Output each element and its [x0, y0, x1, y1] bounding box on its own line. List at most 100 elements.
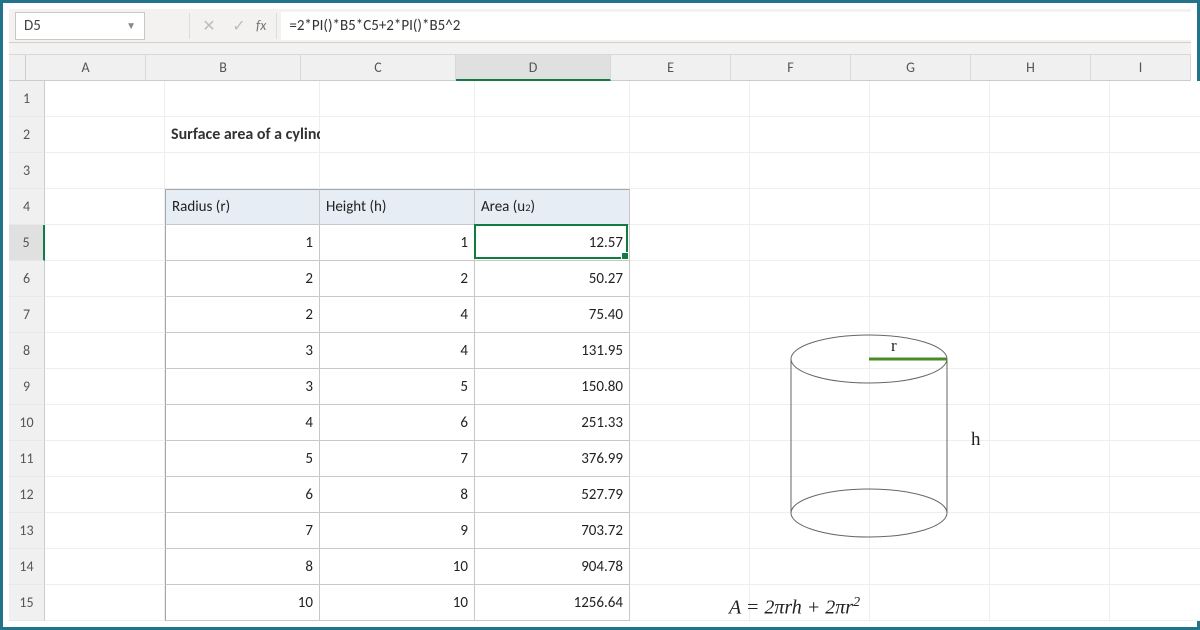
- row-head-9[interactable]: 9: [9, 369, 45, 405]
- col-head-A[interactable]: A: [26, 55, 146, 81]
- cell-D11[interactable]: 376.99: [475, 441, 630, 477]
- cell-D13[interactable]: 703.72: [475, 513, 630, 549]
- cell-G4[interactable]: [870, 189, 990, 225]
- cell-G14[interactable]: [870, 549, 990, 585]
- cell-I15[interactable]: [1110, 585, 1200, 621]
- cell-D12[interactable]: 527.79: [475, 477, 630, 513]
- col-head-H[interactable]: H: [971, 55, 1091, 81]
- cell-E4[interactable]: [630, 189, 750, 225]
- cell-H14[interactable]: [990, 549, 1110, 585]
- cell-B12[interactable]: 6: [165, 477, 320, 513]
- cell-A12[interactable]: [45, 477, 165, 513]
- cell-D15[interactable]: 1256.64: [475, 585, 630, 621]
- cell-C11[interactable]: 7: [320, 441, 475, 477]
- col-head-D[interactable]: D: [456, 55, 611, 81]
- col-head-B[interactable]: B: [146, 55, 301, 81]
- cell-I7[interactable]: [1110, 297, 1200, 333]
- cell-D3[interactable]: [475, 153, 630, 189]
- cell-I2[interactable]: [1110, 117, 1200, 153]
- cell-B9[interactable]: 3: [165, 369, 320, 405]
- cell-B10[interactable]: 4: [165, 405, 320, 441]
- cell-E5[interactable]: [630, 225, 750, 261]
- row-head-8[interactable]: 8: [9, 333, 45, 369]
- cell-A14[interactable]: [45, 549, 165, 585]
- cell-D1[interactable]: [475, 81, 630, 117]
- cell-I4[interactable]: [1110, 189, 1200, 225]
- cell-A9[interactable]: [45, 369, 165, 405]
- cell-E11[interactable]: [630, 441, 750, 477]
- cell-H15[interactable]: [990, 585, 1110, 621]
- cell-E7[interactable]: [630, 297, 750, 333]
- cell-F1[interactable]: [750, 81, 870, 117]
- row-head-10[interactable]: 10: [9, 405, 45, 441]
- cell-A5[interactable]: [45, 225, 165, 261]
- formula-input[interactable]: =2*PI()*B5*C5+2*PI()*B5^2: [281, 12, 1191, 40]
- row-head-13[interactable]: 13: [9, 513, 45, 549]
- cell-H6[interactable]: [990, 261, 1110, 297]
- cell-D2[interactable]: [475, 117, 630, 153]
- cell-I9[interactable]: [1110, 369, 1200, 405]
- cell-C7[interactable]: 4: [320, 297, 475, 333]
- cell-D8[interactable]: 131.95: [475, 333, 630, 369]
- cell-C13[interactable]: 9: [320, 513, 475, 549]
- row-head-3[interactable]: 3: [9, 153, 45, 189]
- cell-D7[interactable]: 75.40: [475, 297, 630, 333]
- cell-B2[interactable]: Surface area of a cylinder: [165, 117, 320, 153]
- cell-B13[interactable]: 7: [165, 513, 320, 549]
- cell-I14[interactable]: [1110, 549, 1200, 585]
- cell-B8[interactable]: 3: [165, 333, 320, 369]
- cell-C9[interactable]: 5: [320, 369, 475, 405]
- name-box-dropdown-icon[interactable]: ▼: [126, 19, 136, 32]
- cell-B1[interactable]: [165, 81, 320, 117]
- cell-H3[interactable]: [990, 153, 1110, 189]
- cell-B7[interactable]: 2: [165, 297, 320, 333]
- cell-H8[interactable]: [990, 333, 1110, 369]
- cell-B15[interactable]: 10: [165, 585, 320, 621]
- row-head-5[interactable]: 5: [9, 225, 45, 261]
- cell-G2[interactable]: [870, 117, 990, 153]
- cell-F6[interactable]: [750, 261, 870, 297]
- cell-A6[interactable]: [45, 261, 165, 297]
- cell-I11[interactable]: [1110, 441, 1200, 477]
- cell-C2[interactable]: [320, 117, 475, 153]
- cell-E8[interactable]: [630, 333, 750, 369]
- cell-B6[interactable]: 2: [165, 261, 320, 297]
- cell-A13[interactable]: [45, 513, 165, 549]
- cell-A10[interactable]: [45, 405, 165, 441]
- cell-D9[interactable]: 150.80: [475, 369, 630, 405]
- cell-I1[interactable]: [1110, 81, 1200, 117]
- cell-E2[interactable]: [630, 117, 750, 153]
- cell-H12[interactable]: [990, 477, 1110, 513]
- cell-G5[interactable]: [870, 225, 990, 261]
- cell-C6[interactable]: 2: [320, 261, 475, 297]
- cell-G1[interactable]: [870, 81, 990, 117]
- col-head-E[interactable]: E: [611, 55, 731, 81]
- cell-G3[interactable]: [870, 153, 990, 189]
- row-head-4[interactable]: 4: [9, 189, 45, 225]
- name-box[interactable]: D5 ▼: [15, 12, 145, 40]
- cell-H2[interactable]: [990, 117, 1110, 153]
- cell-D6[interactable]: 50.27: [475, 261, 630, 297]
- cell-B4[interactable]: Radius (r): [165, 189, 320, 225]
- cell-A11[interactable]: [45, 441, 165, 477]
- cell-I10[interactable]: [1110, 405, 1200, 441]
- cell-H13[interactable]: [990, 513, 1110, 549]
- cell-C10[interactable]: 6: [320, 405, 475, 441]
- cell-H11[interactable]: [990, 441, 1110, 477]
- select-all-corner[interactable]: [9, 55, 26, 81]
- cell-F5[interactable]: [750, 225, 870, 261]
- col-head-C[interactable]: C: [301, 55, 456, 81]
- cell-D14[interactable]: 904.78: [475, 549, 630, 585]
- cell-C1[interactable]: [320, 81, 475, 117]
- cell-C12[interactable]: 8: [320, 477, 475, 513]
- cell-I5[interactable]: [1110, 225, 1200, 261]
- cell-D10[interactable]: 251.33: [475, 405, 630, 441]
- cell-F4[interactable]: [750, 189, 870, 225]
- cell-H7[interactable]: [990, 297, 1110, 333]
- cell-A7[interactable]: [45, 297, 165, 333]
- col-head-F[interactable]: F: [731, 55, 851, 81]
- cell-I6[interactable]: [1110, 261, 1200, 297]
- row-head-15[interactable]: 15: [9, 585, 45, 621]
- row-head-1[interactable]: 1: [9, 81, 45, 117]
- cell-C15[interactable]: 10: [320, 585, 475, 621]
